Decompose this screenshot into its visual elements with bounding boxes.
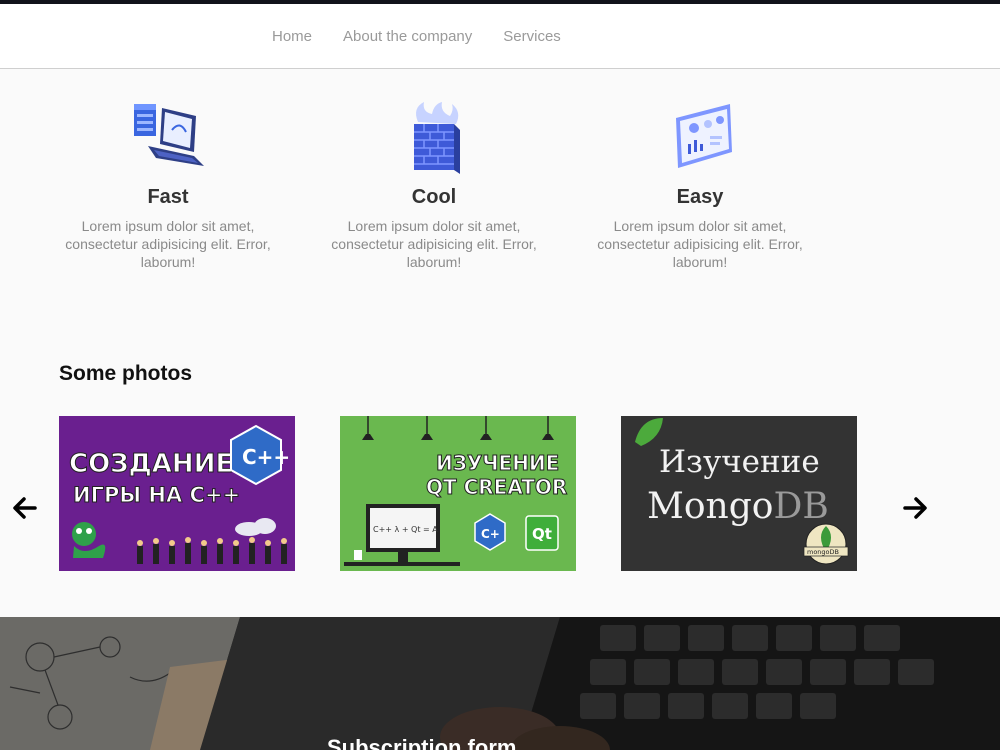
feature-text: Lorem ipsum dolor sit amet, consectetur … [65,218,271,270]
mongodb-illustration: Изучение MongoDB mongoDB [635,418,849,565]
feature-text: Lorem ipsum dolor sit amet, consectetur … [331,218,537,270]
feature-cool: Cool Lorem ipsum dolor sit amet, consect… [314,100,554,271]
main-nav: Home About the company Services [272,4,592,68]
nav-about[interactable]: About the company [343,28,472,45]
nav-home[interactable]: Home [272,28,312,45]
feature-fast: Fast Lorem ipsum dolor sit amet, consect… [48,100,288,271]
slide-line2: ИГРЫ НА С++ [73,483,240,507]
subscription-section: Subscription form [0,617,1000,750]
photo-slide-qt-creator[interactable]: ИЗУЧЕНИЕ QT CREATOR C++ λ + Qt = A C+ Qt [340,416,576,571]
slide-line2-db: DB [773,486,828,527]
photo-slide-mongodb[interactable]: Изучение MongoDB mongoDB [621,416,857,571]
cpp-badge: C++ [242,445,290,469]
subscription-title: Subscription form [327,735,517,750]
site-header: Home About the company Services [0,4,1000,69]
leaf-icon [635,418,663,446]
arrow-left-icon[interactable] [11,494,39,522]
server-laptop-icon [134,104,204,166]
slide-line1: Изучение [659,444,820,480]
mongodb-badge: mongoDB [807,548,839,556]
qt-badge: Qt [532,525,552,543]
photo-slide-cpp-game[interactable]: СОЗДАНИЕ ИГРЫ НА С++ C++ [59,416,295,571]
slide-line1: СОЗДАНИЕ [69,449,233,479]
arrow-right-icon[interactable] [901,494,929,522]
feature-title: Fast [147,186,189,208]
slide-line2-mongo: Mongo [647,486,773,527]
svg-text:C+: C+ [481,527,500,541]
feature-title: Cool [411,186,457,208]
slide-line2: QT CREATOR [426,475,567,499]
feature-title: Easy [676,186,724,208]
feature-text: Lorem ipsum dolor sit amet, consectetur … [597,218,803,270]
laptop-background-image [0,617,1000,750]
firewall-icon [414,102,460,174]
screen-formula: C++ λ + Qt = A [373,525,438,534]
photos-section-title: Some photos [59,362,193,385]
qt-creator-illustration: ИЗУЧЕНИЕ QT CREATOR C++ λ + Qt = A C+ Qt [344,416,568,566]
slide-line1: ИЗУЧЕНИЕ [436,451,559,475]
dashboard-icon [676,104,732,168]
svg-text:MongoDB: MongoDB [647,486,829,527]
nav-services[interactable]: Services [503,28,561,45]
cpp-game-illustration: СОЗДАНИЕ ИГРЫ НА С++ C++ [69,424,290,564]
feature-easy: Easy Lorem ipsum dolor sit amet, consect… [580,100,820,271]
